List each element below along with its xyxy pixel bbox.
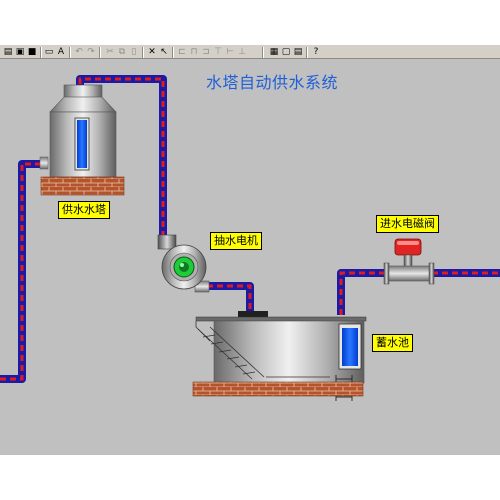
text-icon[interactable]: A <box>55 46 67 58</box>
align-bottom-icon[interactable]: ⊥ <box>236 46 248 58</box>
toolbar-separator <box>99 47 101 58</box>
align-middle-icon[interactable]: ⊢ <box>224 46 236 58</box>
pump-motor-label: 抽水电机 <box>210 232 262 250</box>
window-icon[interactable]: ▢ <box>280 46 292 58</box>
tower-brick-base <box>40 176 125 196</box>
reservoir-brick-base <box>192 381 364 397</box>
select-icon[interactable]: ↖ <box>158 46 170 58</box>
water-tower-label: 供水水塔 <box>58 201 110 219</box>
cut-icon[interactable]: ✂ <box>104 46 116 58</box>
reservoir-water-level <box>342 328 358 366</box>
solenoid-valve-label: 进水电磁阀 <box>376 215 439 233</box>
paste-icon[interactable]: ▯ <box>128 46 140 58</box>
system-title: 水塔自动供水系统 <box>206 73 339 92</box>
solenoid-valve[interactable] <box>383 238 435 285</box>
reservoir[interactable] <box>192 311 367 401</box>
toolbar-separator <box>142 47 144 58</box>
toolbar-separator <box>172 47 174 58</box>
properties-icon[interactable]: ▤ <box>292 46 304 58</box>
toolbar-separator <box>262 47 264 58</box>
copy-icon[interactable]: ⧉ <box>116 46 128 58</box>
pipe-tower-outlet <box>0 160 40 383</box>
water-tower[interactable] <box>39 84 125 196</box>
reservoir-label: 蓄水池 <box>372 334 413 352</box>
undo-icon[interactable]: ↶ <box>73 46 85 58</box>
app-window: ▤ ▣ ■ ▭ A ↶ ↷ ✂ ⧉ ▯ ✕ ↖ ⊏ ⊓ ⊐ ⊤ ⊢ ⊥ ▦ ▢ … <box>0 0 500 500</box>
grid-icon[interactable]: ▦ <box>268 46 280 58</box>
toolbar: ▤ ▣ ■ ▭ A ↶ ↷ ✂ ⧉ ▯ ✕ ↖ ⊏ ⊓ ⊐ ⊤ ⊢ ⊥ ▦ ▢ … <box>0 44 500 59</box>
toolbar-separator <box>69 47 71 58</box>
redo-icon[interactable]: ↷ <box>85 46 97 58</box>
tower-water-level <box>77 120 87 168</box>
pump-motor[interactable] <box>157 234 210 293</box>
tools-icon[interactable]: ✕ <box>146 46 158 58</box>
print-icon[interactable]: ▤ <box>2 46 14 58</box>
align-right-icon[interactable]: ⊐ <box>200 46 212 58</box>
pipe-reservoir-to-pump <box>207 282 254 314</box>
help-icon[interactable]: ? <box>310 46 322 58</box>
toolbar-separator <box>40 47 42 58</box>
save-icon[interactable]: ■ <box>26 46 38 58</box>
print-preview-icon[interactable]: ▣ <box>14 46 26 58</box>
align-left-icon[interactable]: ⊏ <box>176 46 188 58</box>
process-diagram <box>0 75 500 401</box>
scada-canvas: 水塔自动供水系统 供水水塔 抽水电机 进水电磁阀 蓄水池 <box>0 59 500 455</box>
toolbar-separator <box>306 47 308 58</box>
page-setup-icon[interactable]: ▭ <box>43 46 55 58</box>
align-center-icon[interactable]: ⊓ <box>188 46 200 58</box>
align-top-icon[interactable]: ⊤ <box>212 46 224 58</box>
